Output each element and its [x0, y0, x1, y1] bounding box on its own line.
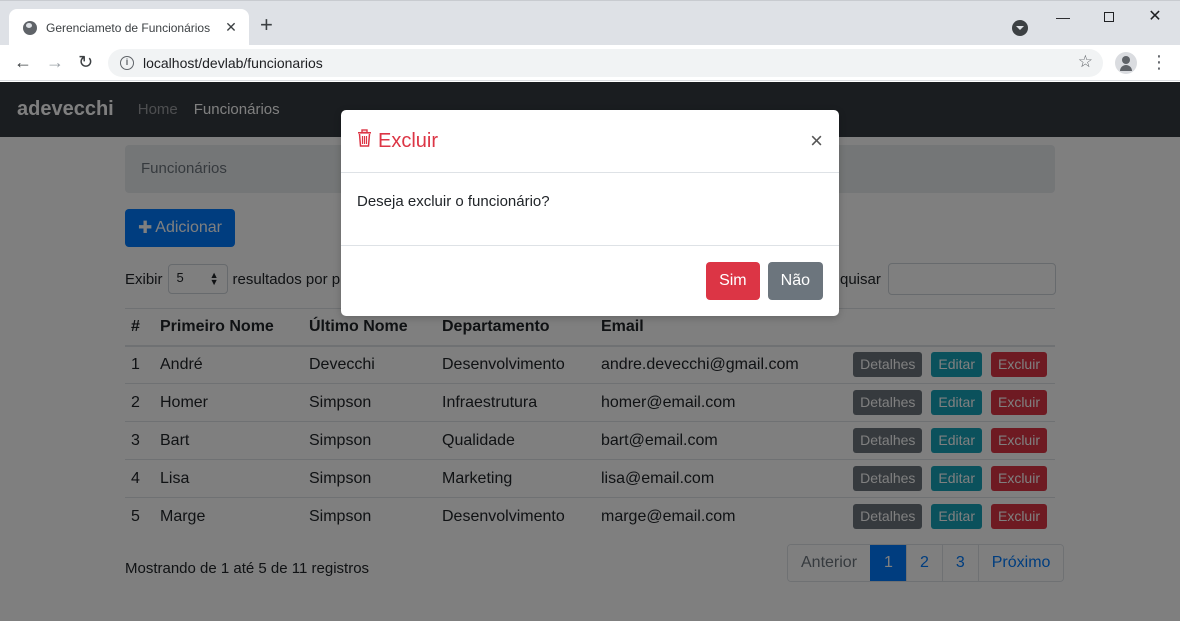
modal-header: Excluir × — [341, 110, 839, 173]
tab-close-icon[interactable]: ✕ — [223, 19, 239, 36]
window-close-icon[interactable]: ✕ — [1132, 7, 1178, 27]
confirm-yes-button[interactable]: Sim — [706, 262, 760, 300]
page: adevecchi Home Funcionários Funcionários… — [0, 82, 1180, 621]
profile-avatar-icon[interactable] — [1115, 52, 1137, 74]
url-text: localhost/devlab/funcionarios — [143, 55, 323, 71]
confirm-no-button[interactable]: Não — [767, 262, 823, 300]
delete-modal: Excluir × Deseja excluir o funcionário? … — [341, 110, 839, 316]
tab-title: Gerenciameto de Funcionários — [46, 20, 211, 35]
menu-kebab-icon[interactable]: ⋮ — [1150, 52, 1168, 72]
maximize-icon[interactable] — [1086, 7, 1132, 27]
star-icon[interactable]: ☆ — [1078, 52, 1093, 72]
modal-footer: Sim Não — [341, 246, 839, 316]
new-tab-icon[interactable]: + — [260, 14, 273, 36]
browser-tabbar: Gerenciameto de Funcionários ✕ + — ✕ — [0, 0, 1180, 46]
close-icon[interactable]: × — [810, 130, 823, 152]
browser-tab[interactable]: Gerenciameto de Funcionários ✕ — [9, 9, 249, 46]
back-icon[interactable]: ← — [14, 52, 32, 72]
info-icon[interactable]: i — [120, 56, 134, 70]
trash-icon — [357, 129, 372, 153]
browser-toolbar: ← → ↻ i localhost/devlab/funcionarios ☆ … — [0, 45, 1180, 81]
reload-icon[interactable]: ↻ — [78, 52, 93, 72]
modal-title-text: Excluir — [378, 129, 439, 152]
globe-icon — [23, 20, 37, 35]
minimize-icon[interactable]: — — [1040, 7, 1086, 27]
modal-body: Deseja excluir o funcionário? — [341, 173, 839, 246]
modal-title: Excluir — [357, 129, 438, 153]
tab-search-icon[interactable] — [1012, 20, 1028, 36]
forward-icon[interactable]: → — [46, 52, 64, 72]
address-bar[interactable]: i localhost/devlab/funcionarios ☆ — [108, 49, 1103, 77]
